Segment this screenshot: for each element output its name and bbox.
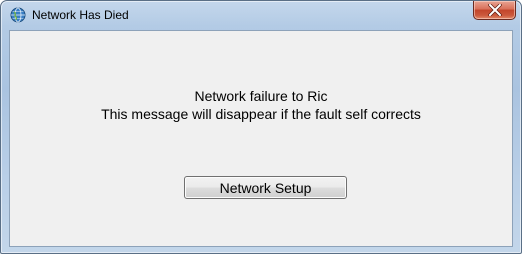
close-button[interactable] <box>473 1 516 20</box>
dialog-content: Network failure to Ric This message will… <box>9 30 513 247</box>
title-bar[interactable]: Network Has Died <box>1 1 521 29</box>
message-line-2: This message will disappear if the fault… <box>101 106 421 122</box>
network-setup-button[interactable]: Network Setup <box>184 176 347 199</box>
close-icon <box>488 4 502 16</box>
message-text: Network failure to Ric This message will… <box>10 87 512 123</box>
globe-icon <box>10 7 26 23</box>
dialog-window: Network Has Died Network failure to Ric … <box>0 0 522 254</box>
message-line-1: Network failure to Ric <box>194 88 328 104</box>
window-title: Network Has Died <box>32 8 129 22</box>
